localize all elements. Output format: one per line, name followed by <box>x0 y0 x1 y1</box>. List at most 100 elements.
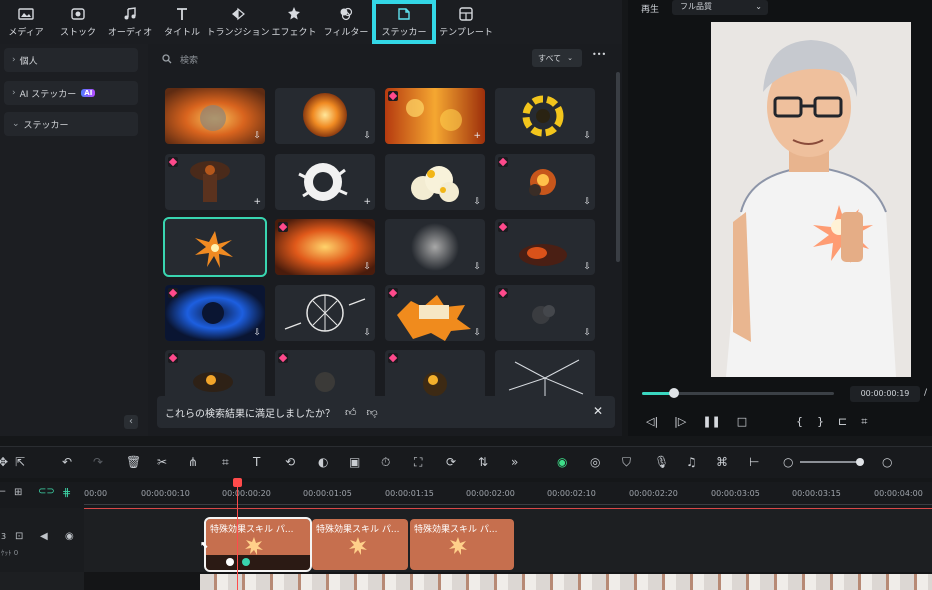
stop-icon[interactable]: □ <box>737 415 747 428</box>
sidebar-item-sticker[interactable]: ⌄ ステッカー <box>4 112 138 136</box>
thumbs-up-icon[interactable]: 👍︎ <box>345 406 357 419</box>
download-icon[interactable]: ⇩ <box>583 197 591 207</box>
thumbs-down-icon[interactable]: 👎︎ <box>367 406 378 419</box>
zoom-out-icon[interactable]: ○ <box>783 455 793 469</box>
speed-icon[interactable]: ⏱ <box>381 455 390 470</box>
cut-icon[interactable]: ✂ <box>157 455 167 469</box>
crop-icon[interactable]: ⌗ <box>222 455 229 470</box>
auto-highlight-icon[interactable]: ⌘ <box>716 455 728 469</box>
sticker-item[interactable]: ⇩ <box>495 88 595 144</box>
redo-icon[interactable]: ↷ <box>93 455 103 469</box>
download-icon[interactable]: ⇩ <box>473 262 481 272</box>
download-icon[interactable]: ⇩ <box>363 328 371 338</box>
sticker-item[interactable]: + <box>165 154 265 210</box>
undo-icon[interactable]: ↶ <box>62 455 72 469</box>
tab-media[interactable]: メディア <box>0 0 52 44</box>
sticker-item[interactable]: ⇩ <box>495 285 595 341</box>
stabilize-icon[interactable]: ⛶ <box>414 455 422 470</box>
download-icon[interactable]: ⇩ <box>473 328 481 338</box>
color-icon[interactable]: ◐ <box>318 455 328 469</box>
keyframe-dot[interactable] <box>226 558 234 566</box>
scrubber-handle[interactable] <box>669 388 679 398</box>
tab-audio[interactable]: オーディオ <box>104 0 156 44</box>
sticker-item[interactable]: ⇩ <box>385 154 485 210</box>
sticker-item[interactable]: ⇩ <box>495 154 595 210</box>
timeline-ruler[interactable]: 00:00 00:00:00:10 00:00:00:20 00:00:01:0… <box>84 482 932 508</box>
add-icon[interactable]: + <box>363 197 371 207</box>
grid-scrollbar[interactable] <box>616 72 620 262</box>
shield-icon[interactable]: ⛉ <box>622 455 631 470</box>
sticker-clip[interactable]: 特殊効果スキル パ... <box>312 519 408 570</box>
sticker-clip[interactable]: 特殊効果スキル パ... <box>410 519 514 570</box>
zoom-slider-handle[interactable] <box>856 458 864 466</box>
pointer-icon[interactable]: ⇱ <box>15 455 25 469</box>
split-screen-icon[interactable]: ⊢ <box>749 455 759 469</box>
close-icon[interactable]: ✕ <box>593 404 603 418</box>
playback-scrubber[interactable] <box>642 388 834 398</box>
download-icon[interactable]: ⇩ <box>363 131 371 141</box>
search-bar[interactable]: 検索 <box>162 50 422 68</box>
sticker-item[interactable]: + <box>275 154 375 210</box>
download-icon[interactable]: ⇩ <box>583 328 591 338</box>
microphone-icon[interactable]: 🎙︎ <box>654 455 669 469</box>
mark-out-icon[interactable]: } <box>817 415 824 429</box>
sticker-item[interactable]: ⇩ <box>165 285 265 341</box>
sticker-clip[interactable]: 特殊効果スキル パ... <box>204 517 312 572</box>
tab-stock[interactable]: ストック <box>52 0 104 44</box>
snapshot-icon[interactable]: ⌗ <box>861 415 867 429</box>
rotate-icon[interactable]: ⟲ <box>285 455 295 469</box>
previous-frame-icon[interactable]: ◁| <box>646 415 658 428</box>
delete-icon[interactable]: 🗑︎ <box>126 455 141 469</box>
effect-dot[interactable] <box>242 558 250 566</box>
select-tool-icon[interactable]: ✥ <box>0 455 8 469</box>
playhead[interactable] <box>233 478 242 590</box>
download-icon[interactable]: ⇩ <box>583 131 591 141</box>
render-preview-icon[interactable]: ◎ <box>590 455 600 469</box>
lock-icon[interactable]: ⊡ <box>15 531 23 542</box>
render-icon[interactable]: ⊏ <box>838 415 847 429</box>
sticker-item[interactable]: ⇩ <box>165 88 265 144</box>
zoom-slider[interactable] <box>800 458 864 466</box>
playhead-handle[interactable] <box>233 478 242 487</box>
sticker-item[interactable]: + <box>385 88 485 144</box>
add-icon[interactable]: + <box>253 197 261 207</box>
sticker-item[interactable]: ⇩ <box>385 285 485 341</box>
next-frame-icon[interactable]: |▷ <box>674 415 686 428</box>
download-icon[interactable]: ⇩ <box>583 262 591 272</box>
filter-dropdown[interactable]: すべて ⌄ <box>532 49 582 67</box>
ai-assistant-icon[interactable]: ◉ <box>557 455 567 469</box>
tab-filter[interactable]: フィルター <box>320 0 372 44</box>
audio-mixer-icon[interactable]: ♫ <box>686 455 697 469</box>
video-clip-strip[interactable] <box>200 574 932 590</box>
add-track-icon[interactable]: ⌐ <box>0 487 6 498</box>
sticker-item[interactable]: ⇩ <box>275 88 375 144</box>
sticker-item[interactable]: ⇩ <box>275 285 375 341</box>
sticker-item[interactable]: ⇩ <box>495 219 595 275</box>
tab-title[interactable]: タイトル <box>156 0 208 44</box>
tab-sticker[interactable]: ステッカー <box>372 0 436 44</box>
sticker-item[interactable]: ⇩ <box>275 219 375 275</box>
tab-template[interactable]: テンプレート <box>436 0 496 44</box>
mute-icon[interactable]: ◀︎ <box>40 531 48 542</box>
text-icon[interactable]: T <box>253 455 260 469</box>
eye-icon[interactable]: ◉ <box>65 531 74 542</box>
download-icon[interactable]: ⇩ <box>253 131 261 141</box>
tab-transition[interactable]: トランジション <box>207 0 270 44</box>
more-tools-icon[interactable]: » <box>511 455 518 469</box>
sidebar-item-ai-sticker[interactable]: › AI ステッカー AI <box>4 81 138 105</box>
sticker-item[interactable]: ⇩ <box>385 219 485 275</box>
add-icon[interactable]: + <box>473 131 481 141</box>
adjust-icon[interactable]: ⇅ <box>478 455 488 469</box>
download-icon[interactable]: ⇩ <box>473 197 481 207</box>
sticker-item-selected[interactable] <box>163 217 267 277</box>
quality-dropdown[interactable]: フル品質 ⌄ <box>672 0 768 15</box>
collapse-sidebar-button[interactable]: ‹ <box>124 415 138 429</box>
freeze-frame-icon[interactable]: ▣ <box>349 455 360 469</box>
motion-icon[interactable]: ⟳ <box>446 455 456 469</box>
mark-in-icon[interactable]: { <box>796 415 803 429</box>
snap-icon[interactable]: ⋕ <box>62 486 71 499</box>
zoom-in-icon[interactable]: ○ <box>882 455 892 469</box>
sidebar-item-personal[interactable]: › 個人 <box>4 48 138 72</box>
more-options-button[interactable]: ••• <box>592 50 606 59</box>
tab-effect[interactable]: エフェクト <box>268 0 320 44</box>
